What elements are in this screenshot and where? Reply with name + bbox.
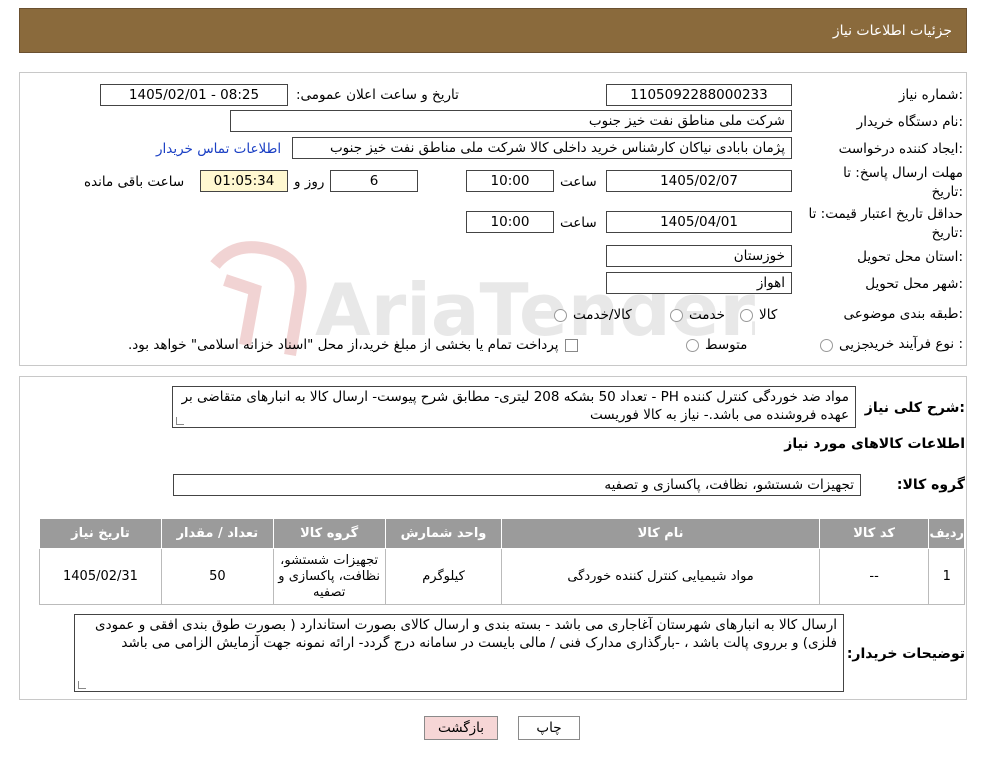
col-unit-header: واحد شمارش (384, 518, 503, 549)
group-label: گروه کالا: (896, 477, 965, 493)
purchase-type-label: نوع فرآیند خرید : (867, 336, 963, 352)
requester-label: ایجاد کننده درخواست: (838, 141, 963, 157)
category-service-radio[interactable] (670, 308, 683, 322)
summary-textarea[interactable]: مواد ضد خوردگی کنترل کننده PH - تعداد 50… (172, 386, 856, 428)
buyer-notes-text: ارسال کالا به انبارهای شهرستان آغاجاری م… (95, 617, 837, 651)
group-field: تجهیزات شستشو، نظافت، پاکسازی و تصفیه (173, 474, 861, 496)
purchase-minor-label: جزیی (839, 337, 870, 353)
buyer-notes-textarea[interactable]: ارسال کالا به انبارهای شهرستان آغاجاری م… (74, 614, 844, 692)
category-both-label: کالا/خدمت (573, 307, 632, 323)
resize-grip-icon[interactable] (176, 417, 184, 425)
treasury-note: پرداخت تمام یا بخشی از مبلغ خرید،از محل … (128, 337, 578, 353)
resize-grip-icon[interactable] (78, 681, 86, 689)
col-row-header: ردیف (928, 518, 965, 549)
announce-label: تاریخ و ساعت اعلان عمومی: (296, 87, 459, 103)
purchase-medium-radio[interactable] (686, 338, 699, 352)
purchase-option-medium[interactable]: متوسط (686, 337, 747, 353)
col-date-header: تاریخ نیاز (39, 518, 162, 549)
purchase-medium-label: متوسط (705, 337, 748, 353)
treasury-note-text: پرداخت تمام یا بخشی از مبلغ خرید،از محل … (128, 337, 559, 353)
city-label: شهر محل تحویل: (865, 276, 963, 292)
page-title: جزئیات اطلاعات نیاز (832, 23, 952, 39)
category-option-goods[interactable]: کالا (740, 307, 777, 323)
print-button[interactable]: چاپ (518, 716, 580, 740)
purchase-minor-radio[interactable] (820, 338, 833, 352)
announce-field: 1405/02/01 - 08:25 (100, 84, 288, 106)
items-table: ردیف کد کالا نام کالا واحد شمارش گروه کا… (39, 518, 965, 605)
col-qty-header: تعداد / مقدار (160, 518, 274, 549)
page-header: جزئیات اطلاعات نیاز (19, 8, 967, 53)
buyer-contact-link[interactable]: اطلاعات تماس خریدار (156, 141, 281, 157)
need-number-label: شماره نیاز: (898, 87, 963, 103)
cell-row: 1 (928, 548, 965, 605)
remaining-days-field: 6 (330, 170, 418, 192)
buyer-org-label: نام دستگاه خریدار: (856, 114, 963, 130)
requester-field: پژمان بابادی نیاکان کارشناس خرید داخلی ک… (292, 137, 792, 159)
category-goods-label: کالا (759, 307, 778, 323)
back-button[interactable]: بازگشت (424, 716, 498, 740)
deadline-time-field: 10:00 (466, 170, 554, 192)
category-goods-radio[interactable] (740, 308, 753, 322)
province-label: استان محل تحویل: (857, 249, 963, 265)
col-code-header: کد کالا (818, 518, 930, 549)
cell-unit: کیلوگرم (384, 548, 503, 605)
need-number-field: 1105092288000233 (606, 84, 792, 106)
deadline-label-2: تاریخ: (931, 184, 963, 200)
price-validity-time-label: ساعت (560, 215, 597, 231)
remaining-label: ساعت باقی مانده (84, 174, 185, 190)
cell-code: -- (818, 548, 930, 605)
price-validity-date-field: 1405/04/01 (606, 211, 792, 233)
deadline-label: مهلت ارسال پاسخ: تا (843, 165, 963, 181)
summary-text: مواد ضد خوردگی کنترل کننده PH - تعداد 50… (181, 389, 849, 423)
deadline-date-field: 1405/02/07 (606, 170, 792, 192)
summary-label: شرح کلی نیاز: (864, 400, 965, 416)
price-validity-time-field: 10:00 (466, 211, 554, 233)
remaining-time-field: 01:05:34 (200, 170, 288, 192)
price-validity-label-2: تاریخ: (931, 225, 963, 241)
col-name-header: نام کالا (501, 518, 820, 549)
buyer-notes-label: توضیحات خریدار: (846, 646, 965, 662)
cell-qty: 50 (160, 548, 274, 605)
table-row: 1 -- مواد شیمیایی کنترل کننده خوردگی کیل… (39, 548, 965, 605)
deadline-time-label: ساعت (560, 174, 597, 190)
treasury-checkbox[interactable] (564, 338, 578, 352)
cell-name: مواد شیمیایی کنترل کننده خوردگی (501, 548, 820, 605)
col-group-header: گروه کالا (272, 518, 386, 549)
purchase-option-minor[interactable]: جزیی (820, 337, 870, 353)
province-field: خوزستان (606, 245, 792, 267)
cell-group: تجهیزات شستشو، نظافت، پاکسازی و تصفیه (272, 548, 386, 605)
buyer-org-field: شرکت ملی مناطق نفت خیز جنوب (230, 110, 792, 132)
price-validity-label: حداقل تاریخ اعتبار قیمت: تا (808, 206, 963, 222)
category-option-service[interactable]: خدمت (670, 307, 725, 323)
days-label: روز و (294, 174, 325, 190)
category-service-label: خدمت (689, 307, 725, 323)
category-both-radio[interactable] (554, 308, 567, 322)
category-option-both[interactable]: کالا/خدمت (554, 307, 632, 323)
table-header-row: ردیف کد کالا نام کالا واحد شمارش گروه کا… (39, 518, 965, 549)
city-field: اهواز (606, 272, 792, 294)
items-section-title: اطلاعات کالاهای مورد نیاز (784, 436, 965, 452)
cell-date: 1405/02/31 (39, 548, 162, 605)
category-label: طبقه بندی موضوعی: (843, 306, 963, 322)
